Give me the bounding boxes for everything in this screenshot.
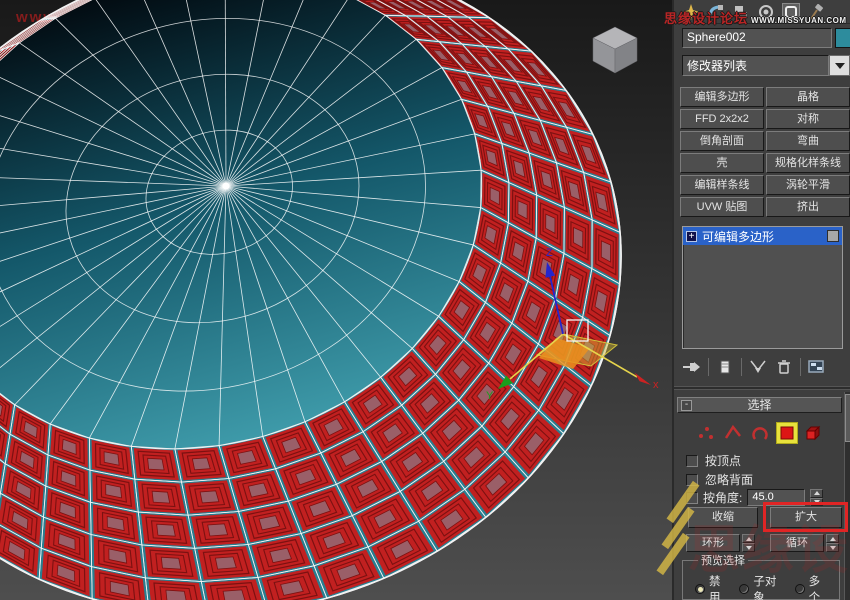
expand-plus-icon[interactable]: +	[686, 231, 697, 242]
utilities-tab-icon[interactable]	[807, 3, 825, 21]
by-angle-input[interactable]: 45.0	[747, 489, 805, 506]
scene-svg[interactable]: www.3xYZ	[0, 0, 672, 600]
axis-x-label: x	[653, 379, 659, 391]
btn-normalize-spline[interactable]: 规格化样条线	[766, 153, 850, 173]
scrollbar-thumb[interactable]	[845, 394, 850, 442]
radio-multiple[interactable]	[795, 584, 805, 594]
modifier-stack-list: + 可编辑多边形	[682, 226, 843, 349]
remove-modifier-icon[interactable]	[774, 357, 794, 377]
configure-modifier-sets-icon[interactable]	[807, 357, 827, 377]
create-tab-icon[interactable]	[682, 3, 700, 21]
preview-selection-title: 预览选择	[698, 552, 748, 568]
by-vertex-label: 按顶点	[705, 452, 741, 469]
btn-extrude[interactable]: 挤出	[766, 197, 850, 217]
object-name-field[interactable]: Sphere002	[682, 28, 832, 48]
stack-item-label: 可编辑多边形	[702, 228, 774, 245]
panel-divider	[674, 386, 850, 390]
by-vertex-row: 按顶点	[686, 452, 741, 469]
btn-uvw-map[interactable]: UVW 贴图	[680, 197, 764, 217]
btn-shell[interactable]: 壳	[680, 153, 764, 173]
make-unique-icon[interactable]	[748, 357, 768, 377]
modifier-button-grid: 编辑多边形 晶格 FFD 2x2x2 对称 倒角剖面 弯曲 壳 规格化样条线 编…	[680, 87, 850, 217]
loop-spinner[interactable]	[826, 534, 839, 552]
grow-button[interactable]: 扩大	[770, 507, 842, 528]
btn-symmetry[interactable]: 对称	[766, 109, 850, 129]
ring-spinner[interactable]	[742, 534, 755, 552]
radio-disable-option[interactable]: 禁用	[695, 573, 730, 600]
modifier-list-dropdown-arrow[interactable]	[829, 55, 850, 76]
radio-subobj-option[interactable]: 子对象	[739, 573, 785, 600]
radio-multiple-label: 多个	[809, 573, 830, 600]
axis-y-label: Y	[486, 390, 494, 402]
stack-item-editable-poly[interactable]: + 可编辑多边形	[683, 227, 842, 245]
command-panel: Sphere002 修改器列表 编辑多边形 晶格 FFD 2x2x2 对称 倒角…	[672, 0, 850, 600]
selection-rollout-title: 选择	[747, 398, 771, 412]
show-end-result-icon[interactable]	[715, 357, 735, 377]
object-color-swatch[interactable]	[835, 28, 850, 48]
btn-bevel-profile[interactable]: 倒角剖面	[680, 131, 764, 151]
by-angle-checkbox[interactable]	[686, 492, 698, 504]
btn-turbosmooth[interactable]: 涡轮平滑	[766, 175, 850, 195]
viewport-3d[interactable]: www.3xYZ	[0, 0, 672, 600]
radio-disable-label: 禁用	[709, 573, 730, 600]
shrink-button[interactable]: 收缩	[688, 507, 758, 528]
chevron-down-icon	[835, 63, 845, 69]
vertex-mode-icon[interactable]	[695, 422, 717, 444]
selection-rollout-header[interactable]: - 选择	[677, 397, 842, 413]
btn-lattice[interactable]: 晶格	[766, 87, 850, 107]
hierarchy-tab-icon[interactable]	[732, 3, 750, 21]
element-mode-icon[interactable]	[803, 422, 825, 444]
subobject-level-icons	[678, 419, 842, 447]
application-window: www.3xYZ Sphere002 修改器列表	[0, 0, 850, 600]
by-angle-spinner[interactable]	[810, 489, 823, 506]
by-angle-label: 按角度:	[703, 489, 742, 506]
btn-bend[interactable]: 弯曲	[766, 131, 850, 151]
loop-button[interactable]: 循环	[770, 534, 824, 552]
radio-disable[interactable]	[695, 584, 705, 594]
display-tab-icon[interactable]	[782, 3, 800, 21]
ignore-backfacing-checkbox[interactable]	[686, 474, 698, 486]
preview-selection-radios: 禁用 子对象 多个	[692, 572, 830, 600]
pin-stack-icon[interactable]	[682, 357, 702, 377]
stack-onoff-icon[interactable]	[827, 230, 839, 242]
modify-tab-icon[interactable]	[707, 3, 725, 21]
radio-subobj-label: 子对象	[753, 573, 785, 600]
axis-z-label: Z	[546, 247, 553, 259]
modifier-list-dropdown[interactable]: 修改器列表	[682, 55, 829, 76]
radio-subobj[interactable]	[739, 584, 749, 594]
by-angle-row: 按角度: 45.0	[686, 489, 823, 506]
btn-edit-poly[interactable]: 编辑多边形	[680, 87, 764, 107]
polygon-mode-icon-active[interactable]	[776, 422, 798, 444]
radio-multiple-option[interactable]: 多个	[795, 573, 830, 600]
stack-toolbar	[676, 354, 850, 380]
ignore-backfacing-row: 忽略背面	[686, 471, 753, 488]
ignore-backfacing-label: 忽略背面	[705, 471, 753, 488]
motion-tab-icon[interactable]	[757, 3, 775, 21]
by-vertex-checkbox[interactable]	[686, 455, 698, 467]
btn-edit-spline[interactable]: 编辑样条线	[680, 175, 764, 195]
ring-button[interactable]: 环形	[686, 534, 740, 552]
collapse-minus-icon[interactable]: -	[681, 400, 692, 411]
preview-selection-group: 预览选择 禁用 子对象 多个	[682, 552, 840, 600]
command-panel-tabs	[674, 0, 850, 24]
border-mode-icon[interactable]	[749, 422, 771, 444]
edge-mode-icon[interactable]	[722, 422, 744, 444]
btn-ffd-2x2x2[interactable]: FFD 2x2x2	[680, 109, 764, 129]
panel-scrollbar[interactable]	[844, 392, 850, 600]
